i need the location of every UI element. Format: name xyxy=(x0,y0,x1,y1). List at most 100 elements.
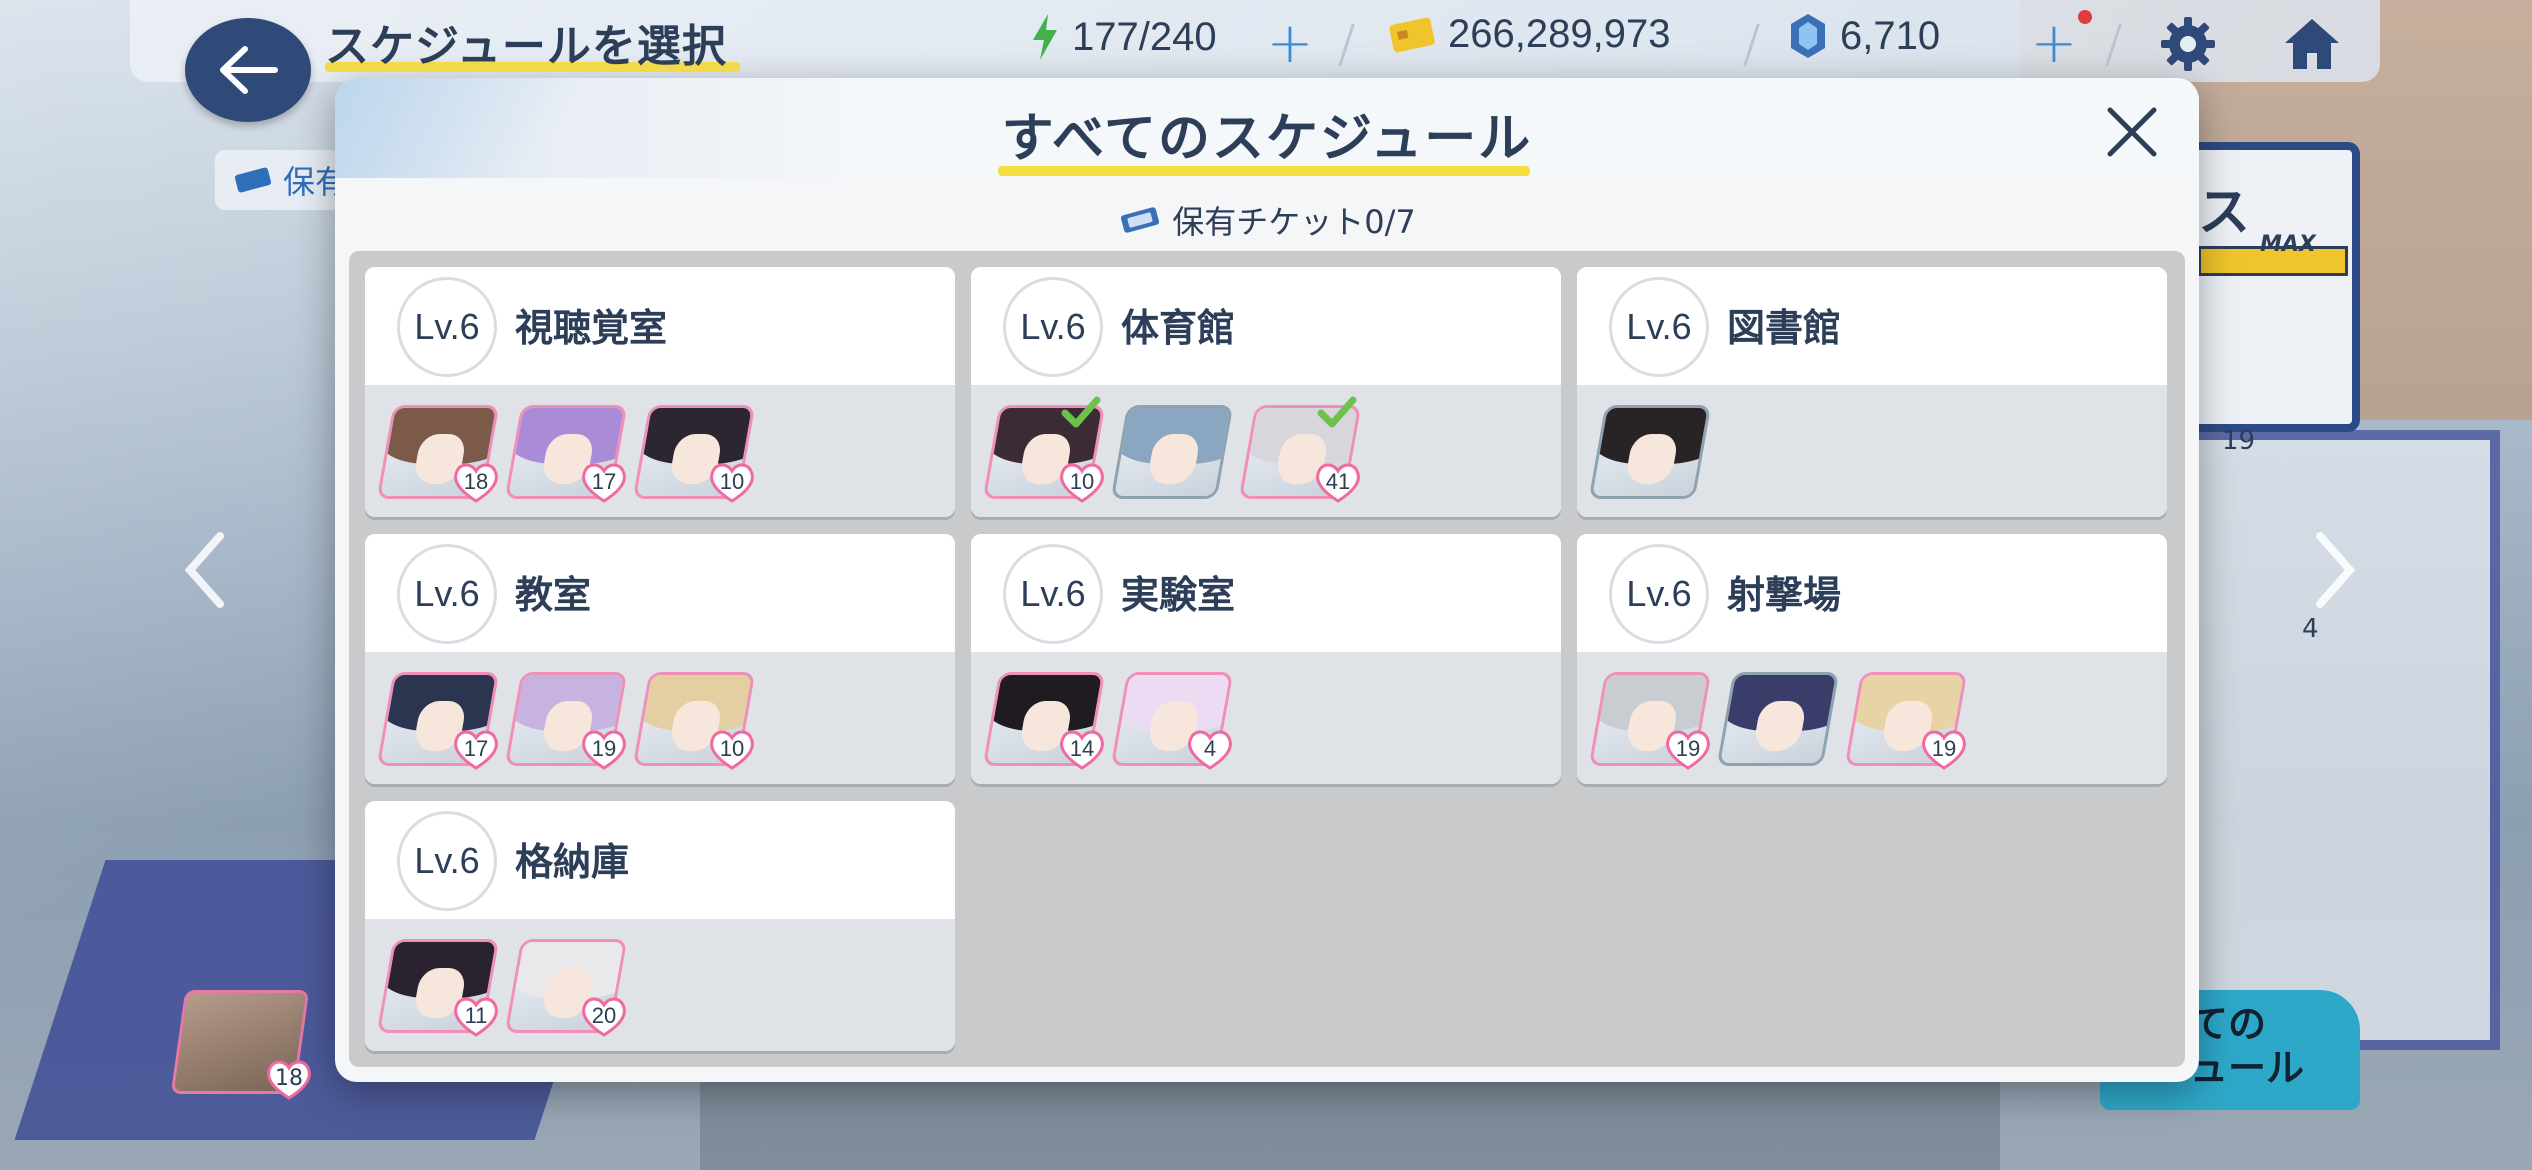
schedule-grid: Lv.6 視聴覚室 18 17 10 Lv.6 体育館 10 41 Lv.6 図書館 Lv.6 教室 17… xyxy=(349,251,2185,1067)
ap-counter: 177/240 xyxy=(1030,12,1217,62)
student-bond-level: 17 xyxy=(463,736,489,761)
student-portrait[interactable]: 10 xyxy=(632,672,756,770)
student-bond-level: 19 xyxy=(1675,736,1701,761)
room-level-badge: Lv.6 xyxy=(397,544,497,644)
plus-icon: + xyxy=(1266,11,1314,76)
student-portrait[interactable]: 19 xyxy=(1588,672,1712,770)
portrait-frame xyxy=(1716,672,1840,766)
student-portrait[interactable]: 19 xyxy=(504,672,628,770)
arrow-left-icon xyxy=(220,46,278,94)
heart-icon: 18 xyxy=(451,459,501,505)
notification-dot xyxy=(2078,10,2092,24)
back-button[interactable] xyxy=(185,18,311,122)
ticket-chip[interactable]: 保有 xyxy=(215,150,355,210)
next-room-button[interactable] xyxy=(2300,525,2370,615)
lightning-icon xyxy=(1033,14,1057,60)
portrait-frame xyxy=(1110,405,1234,499)
heart-icon: 17 xyxy=(579,459,629,505)
student-portrait[interactable]: 4 xyxy=(1110,672,1234,770)
heart-icon: 20 xyxy=(579,993,629,1039)
all-schedules-modal: すべてのスケジュール 保有チケット0/7 Lv.6 視聴覚室 18 17 10 Lv.6 体… xyxy=(335,78,2199,1082)
gear-icon xyxy=(2161,17,2215,71)
home-icon xyxy=(2285,19,2339,69)
schedule-card[interactable]: Lv.6 教室 17 19 10 xyxy=(365,534,955,784)
schedule-card[interactable]: Lv.6 視聴覚室 18 17 10 xyxy=(365,267,955,517)
background-level: 19 xyxy=(2222,426,2256,456)
chevron-left-icon xyxy=(184,532,224,608)
check-icon xyxy=(1061,395,1101,431)
check-icon xyxy=(1317,395,1357,431)
schedule-card[interactable]: Lv.6 実験室 14 4 xyxy=(971,534,1561,784)
room-level-max-label: MAX xyxy=(2260,232,2316,257)
credit-counter: 266,289,973 xyxy=(1388,12,1670,57)
room-info-panel: ス MAX xyxy=(2190,142,2360,432)
student-bond-level: 20 xyxy=(591,1003,617,1028)
background-student-level: 18 xyxy=(275,1066,303,1091)
schedule-card[interactable]: Lv.6 体育館 10 41 xyxy=(971,267,1561,517)
all-schedules-button-label: ての ュール xyxy=(2190,1002,2305,1090)
student-portrait[interactable]: 14 xyxy=(982,672,1106,770)
room-level-badge: Lv.6 xyxy=(1003,277,1103,377)
student-portrait[interactable]: 17 xyxy=(376,672,500,770)
heart-icon: 18 xyxy=(264,1056,314,1102)
schedule-card[interactable]: Lv.6 図書館 xyxy=(1577,267,2167,517)
schedule-card[interactable]: Lv.6 格納庫 11 20 xyxy=(365,801,955,1051)
student-portrait[interactable]: 19 xyxy=(1844,672,1968,770)
settings-button[interactable] xyxy=(2152,10,2224,78)
ticket-icon xyxy=(1121,207,1160,233)
student-portrait[interactable]: 20 xyxy=(504,939,628,1037)
pyroxene-value: 6,710 xyxy=(1840,13,1941,58)
student-bond-level: 11 xyxy=(464,1003,488,1028)
room-level-badge: Lv.6 xyxy=(1609,544,1709,644)
heart-icon: 41 xyxy=(1313,459,1363,505)
room-level-badge: Lv.6 xyxy=(397,811,497,911)
room-name: 視聴覚室 xyxy=(515,306,668,350)
home-button[interactable] xyxy=(2276,10,2348,78)
student-portrait[interactable] xyxy=(1716,672,1840,766)
gem-icon xyxy=(1791,14,1825,58)
student-bond-level: 4 xyxy=(1203,736,1217,761)
room-name: 射撃場 xyxy=(1727,573,1842,617)
chevron-right-icon xyxy=(2316,532,2356,608)
ticket-count-label: 保有チケット0/7 xyxy=(1172,203,1416,241)
student-bond-level: 10 xyxy=(1069,469,1095,494)
student-portrait[interactable]: 10 xyxy=(982,396,1106,503)
close-button[interactable] xyxy=(2100,100,2164,164)
student-portrait[interactable]: 10 xyxy=(632,405,756,503)
page-title: スケジュールを選択 xyxy=(325,21,727,72)
heart-icon: 11 xyxy=(451,993,501,1039)
heart-icon: 4 xyxy=(1185,726,1235,772)
student-bond-level: 41 xyxy=(1325,469,1351,494)
heart-icon: 19 xyxy=(1663,726,1713,772)
background-floor xyxy=(700,1080,2000,1170)
credit-card-icon xyxy=(1389,17,1435,52)
modal-title: すべてのスケジュール xyxy=(1001,109,1533,169)
student-portrait[interactable]: 18 xyxy=(376,405,500,503)
heart-icon: 17 xyxy=(451,726,501,772)
heart-icon: 10 xyxy=(1057,459,1107,505)
room-info-label: ス xyxy=(2198,183,2251,243)
student-bond-level: 10 xyxy=(719,469,745,494)
room-level-badge: Lv.6 xyxy=(1609,277,1709,377)
credit-value: 266,289,973 xyxy=(1448,12,1671,56)
room-name: 図書館 xyxy=(1727,306,1842,350)
close-icon xyxy=(2107,107,2157,157)
student-portrait[interactable]: 17 xyxy=(504,405,628,503)
student-bond-level: 18 xyxy=(463,469,489,494)
ticket-icon xyxy=(234,167,272,193)
student-portrait[interactable] xyxy=(1110,405,1234,499)
room-level-badge: Lv.6 xyxy=(397,277,497,377)
portrait-frame xyxy=(1588,405,1712,499)
ticket-count-row: 保有チケット0/7 xyxy=(335,194,2199,246)
background-level: 4 xyxy=(2302,614,2319,644)
heart-icon: 19 xyxy=(1919,726,1969,772)
student-portrait[interactable]: 41 xyxy=(1238,396,1362,503)
student-bond-level: 17 xyxy=(591,469,617,494)
ap-add-button[interactable]: + xyxy=(1254,10,1326,78)
ap-value: 177/240 xyxy=(1072,14,1217,59)
heart-icon: 10 xyxy=(707,459,757,505)
student-portrait[interactable]: 11 xyxy=(376,939,500,1037)
schedule-card[interactable]: Lv.6 射撃場 19 19 xyxy=(1577,534,2167,784)
student-portrait[interactable] xyxy=(1588,405,1712,499)
prev-room-button[interactable] xyxy=(170,525,240,615)
